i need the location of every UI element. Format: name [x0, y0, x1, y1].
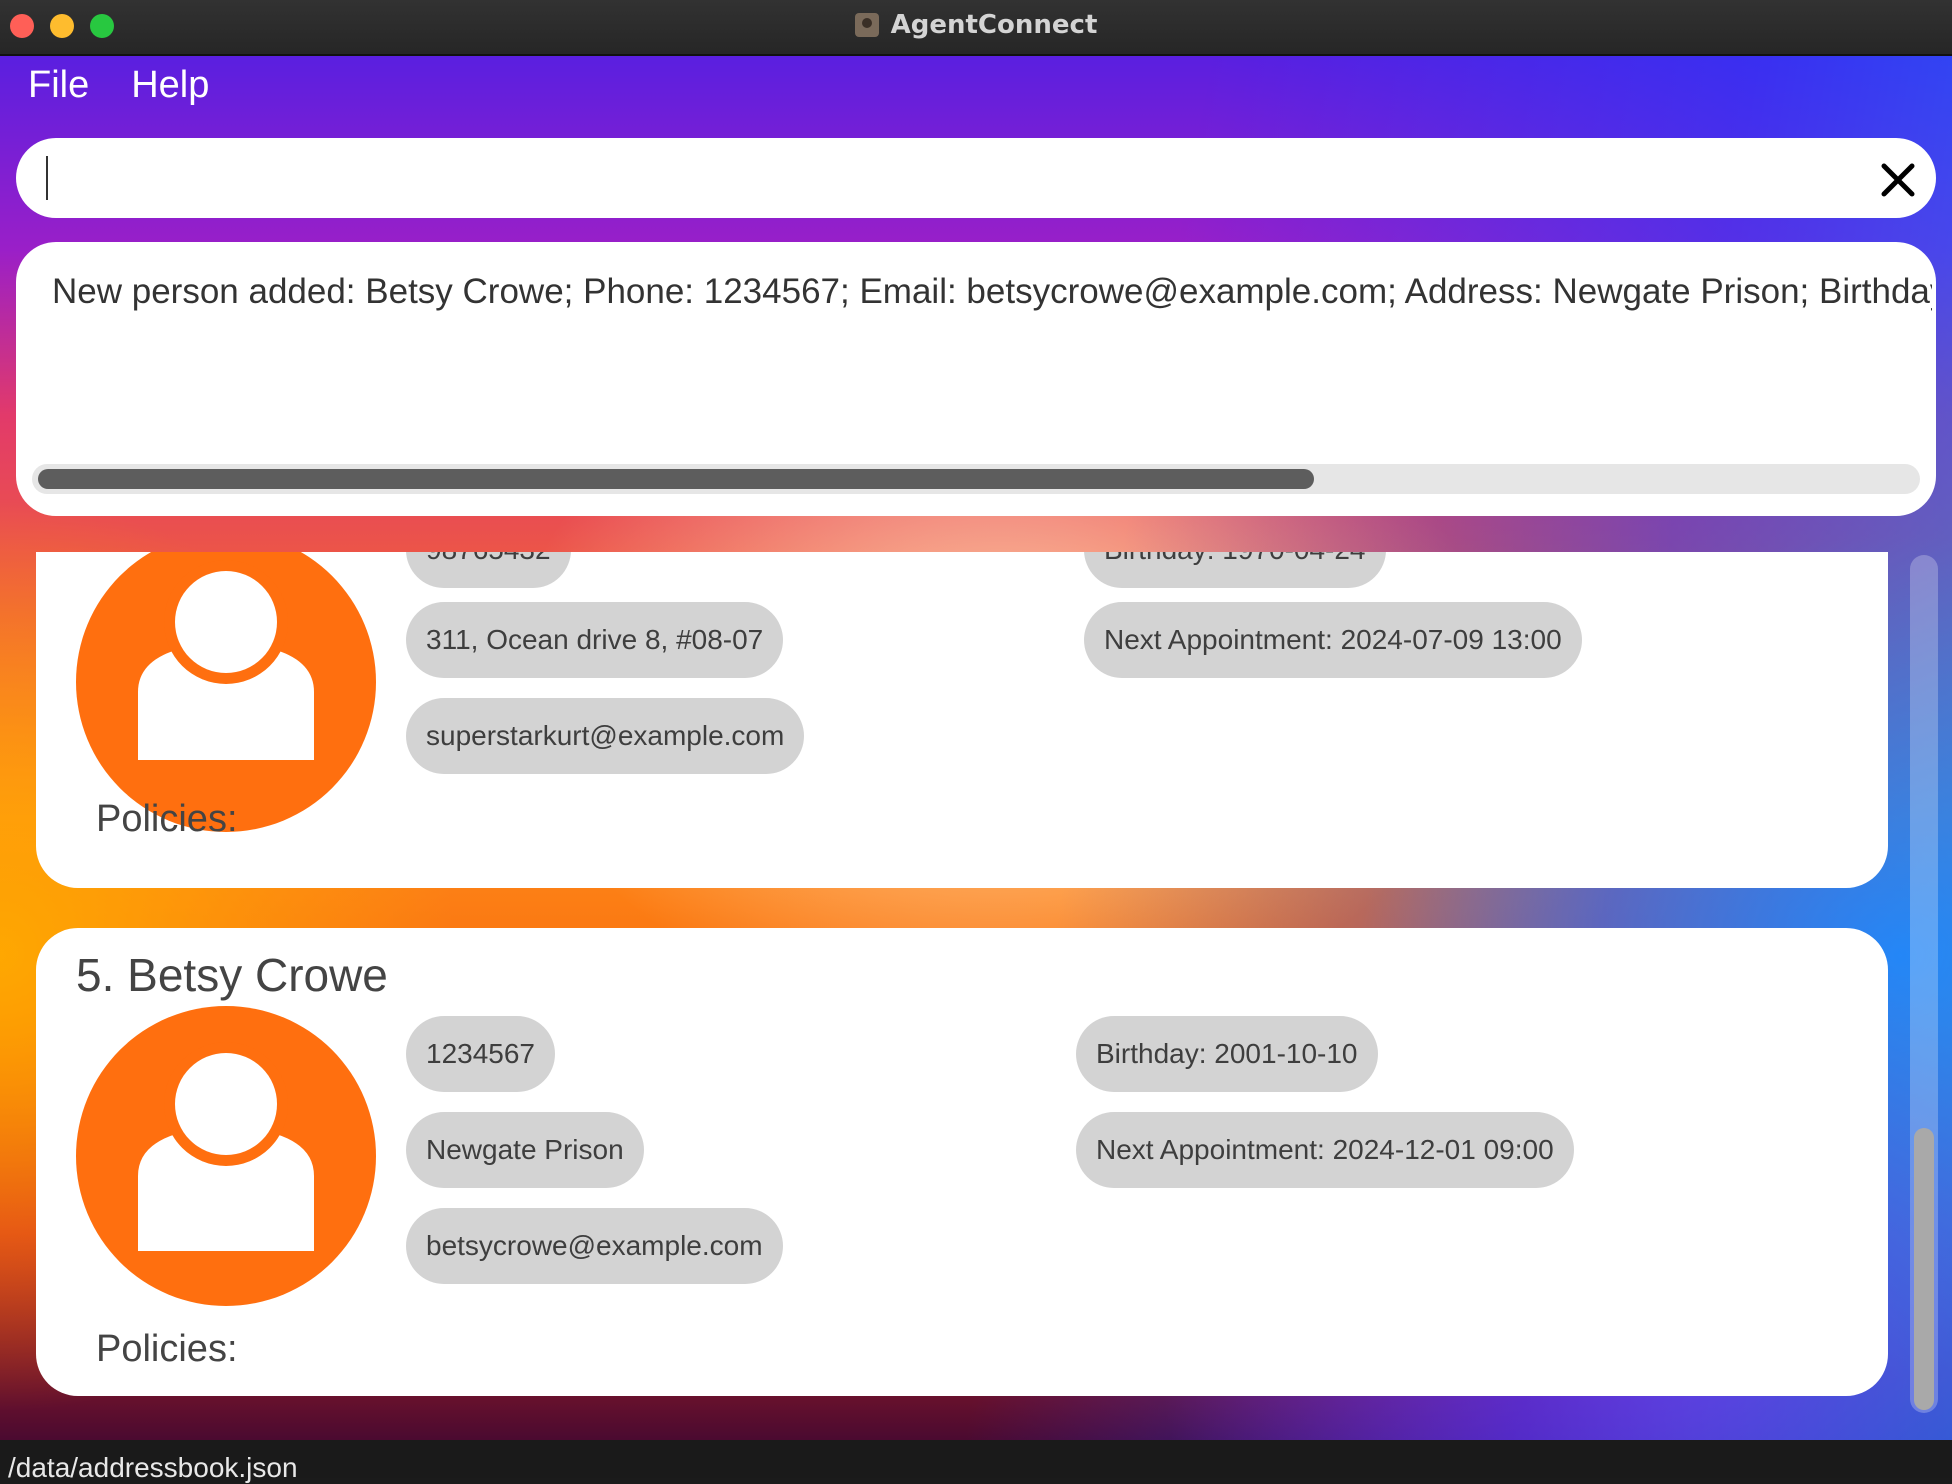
- command-input[interactable]: [52, 148, 1876, 210]
- appointment-chip: Next Appointment: 2024-07-09 13:00: [1084, 602, 1582, 678]
- birthday-chip: Birthday: 2001-10-10: [1076, 1016, 1378, 1092]
- command-box: [16, 138, 1936, 218]
- save-location-path: /data/addressbook.json: [8, 1452, 298, 1483]
- email-chip: betsycrowe@example.com: [406, 1208, 783, 1284]
- avatar-icon: [76, 552, 376, 832]
- appointment-chip: Next Appointment: 2024-12-01 09:00: [1076, 1112, 1574, 1188]
- phone-chip: 98765432: [406, 552, 571, 588]
- person-list: 98765432 311, Ocean drive 8, #08-07 supe…: [0, 552, 1952, 1440]
- close-icon[interactable]: [1876, 158, 1920, 202]
- menu-bar: File Help: [28, 64, 209, 107]
- person-card[interactable]: 5. Betsy Crowe 1234567 Newgate Prison be…: [36, 928, 1888, 1396]
- avatar-icon: [76, 1006, 376, 1306]
- menu-help[interactable]: Help: [131, 64, 209, 107]
- menu-file[interactable]: File: [28, 64, 89, 107]
- window-title: AgentConnect: [890, 10, 1098, 40]
- result-message: New person added: Betsy Crowe; Phone: 12…: [52, 272, 1932, 311]
- status-bar: /data/addressbook.json: [0, 1440, 1952, 1483]
- window-title-bar: AgentConnect: [0, 0, 1952, 56]
- person-card[interactable]: 98765432 311, Ocean drive 8, #08-07 supe…: [36, 552, 1888, 888]
- person-name: 5. Betsy Crowe: [76, 949, 388, 1001]
- policies-label: Policies:: [96, 1328, 238, 1370]
- address-chip: 311, Ocean drive 8, #08-07: [406, 602, 784, 678]
- list-scrollbar-thumb[interactable]: [1914, 1128, 1934, 1410]
- text-caret: [46, 156, 48, 200]
- contacts-book-icon: [854, 13, 879, 37]
- birthday-chip: Birthday: 1970-04-24: [1084, 552, 1386, 588]
- phone-chip: 1234567: [406, 1016, 556, 1092]
- result-display: New person added: Betsy Crowe; Phone: 12…: [16, 242, 1936, 516]
- policies-label: Policies:: [96, 798, 238, 840]
- result-scrollbar-thumb[interactable]: [38, 469, 1314, 489]
- email-chip: superstarkurt@example.com: [406, 698, 805, 774]
- address-chip: Newgate Prison: [406, 1112, 644, 1188]
